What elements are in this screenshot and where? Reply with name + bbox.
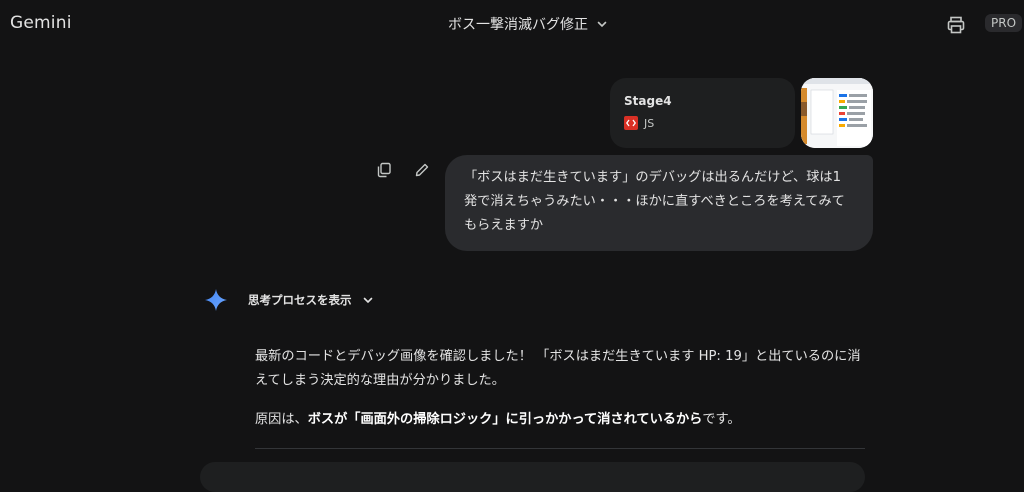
response-paragraph: 原因は、ボスが「画面外の掃除ロジック」に引っかかって消されているからです。 bbox=[255, 408, 865, 432]
conversation-title-dropdown[interactable]: ボス一撃消滅バグ修正 bbox=[448, 14, 608, 34]
attachment-file-type: JS bbox=[624, 116, 781, 130]
prompt-input-box[interactable] bbox=[200, 462, 865, 492]
attachment-file-name: Stage4 bbox=[624, 94, 672, 108]
app-brand[interactable]: Gemini bbox=[10, 13, 72, 33]
response-text: 原因は、 bbox=[255, 412, 308, 427]
screenshot-thumbnail-graphic bbox=[801, 78, 873, 148]
response-text: です。 bbox=[702, 412, 741, 427]
message-actions bbox=[376, 162, 430, 178]
edit-icon[interactable] bbox=[414, 162, 430, 178]
print-icon[interactable] bbox=[946, 15, 966, 35]
copy-icon[interactable] bbox=[376, 162, 392, 178]
attachment-type-label: JS bbox=[644, 116, 655, 130]
pro-badge[interactable]: PRO bbox=[985, 14, 1023, 32]
show-thinking-label: 思考プロセスを表示 bbox=[248, 293, 352, 307]
code-icon bbox=[624, 116, 638, 130]
show-thinking-toggle[interactable]: 思考プロセスを表示 bbox=[248, 292, 374, 308]
gemini-spark-icon bbox=[205, 289, 227, 311]
divider bbox=[255, 448, 865, 449]
chevron-down-icon bbox=[597, 21, 607, 28]
user-message-bubble: 「ボスはまだ生きています」のデバッグは出るんだけど、球は1発で消えちゃうみたい・… bbox=[445, 155, 873, 251]
chevron-down-icon bbox=[363, 297, 372, 304]
attachment-card[interactable]: Stage4 JS bbox=[610, 78, 795, 148]
conversation-title: ボス一撃消滅バグ修正 bbox=[448, 17, 588, 33]
attached-image-thumbnail[interactable] bbox=[801, 78, 873, 148]
response-emphasis: ボスが「画面外の掃除ロジック」に引っかかって消されているから bbox=[307, 412, 703, 427]
response-paragraph: 最新のコードとデバッグ画像を確認しました！ 「ボスはまだ生きています HP: 1… bbox=[255, 349, 861, 388]
assistant-response: 最新のコードとデバッグ画像を確認しました！ 「ボスはまだ生きています HP: 1… bbox=[255, 345, 865, 432]
top-bar: Gemini ボス一撃消滅バグ修正 PRO bbox=[0, 0, 1024, 50]
